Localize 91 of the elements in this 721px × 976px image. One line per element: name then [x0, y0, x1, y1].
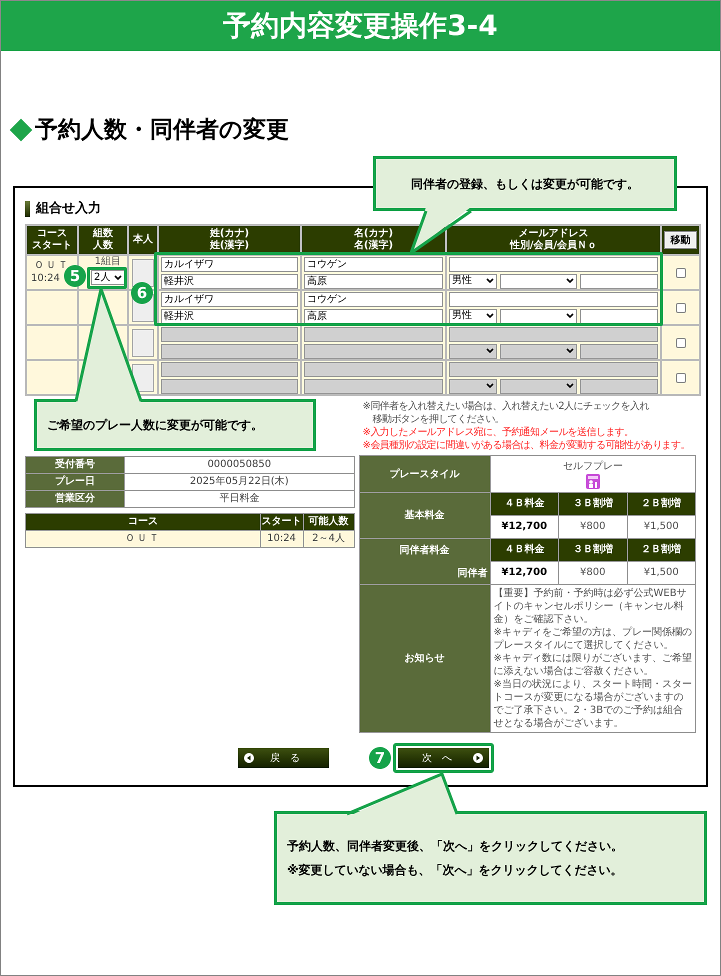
note-text: 移動ボタンを押してください。 — [372, 413, 506, 426]
price-cell: ¥12,700 — [490, 562, 558, 584]
play-style-value: セルフプレー — [562, 460, 623, 474]
column-header: ２Ｂ割増 — [628, 493, 695, 515]
column-header: ４Ｂ料金 — [490, 493, 558, 515]
callout-text: ご希望のプレー人数に変更が可能です。 — [47, 417, 263, 434]
gender-select[interactable]: 男性 — [449, 308, 497, 324]
table-cell: 2～4人 — [304, 531, 354, 547]
row-label: 営業区分 — [26, 491, 124, 507]
input-field[interactable]: 軽井沢 — [161, 274, 298, 288]
group-label: 1組目 — [94, 257, 122, 267]
input-field[interactable] — [580, 274, 658, 288]
column-header: コース スタート — [26, 225, 78, 255]
notice-text: 【重要】予約前・予約時は必ず公式WEBサイトのキャンセルポリシー（キャンセル料金）をご確認下さい。 — [494, 587, 688, 626]
input-field[interactable]: コウゲン — [304, 292, 443, 306]
column-header: ３Ｂ割増 — [559, 493, 626, 515]
column-header: 組数 人数 — [78, 225, 128, 255]
party-size-select[interactable]: 2人 — [91, 270, 125, 285]
gender-select[interactable]: 男性 — [449, 274, 497, 288]
callout-text: 予約人数、同伴者変更後、「次へ」をクリックしてください。 — [287, 838, 624, 855]
price-cell: ¥12,700 — [490, 516, 558, 538]
row-label: お知らせ — [360, 585, 490, 732]
price-cell: ¥1,500 — [628, 516, 695, 538]
price-cell: ¥1,500 — [628, 562, 695, 584]
row-value: 平日料金 — [125, 491, 354, 507]
row-label: 同伴者料金 — [398, 544, 451, 558]
column-header: スタート — [260, 514, 303, 530]
input-field[interactable]: 高原 — [304, 308, 443, 324]
next-button[interactable]: 次 へ — [398, 748, 489, 768]
input-field[interactable] — [449, 256, 658, 272]
member-select[interactable] — [500, 274, 577, 288]
notice-text: ※当日の状況により、スタート時間・スタートコースが変更になる場合がございますのでご了承下さい。2・3Bでのご予約は組合せとなる場合がございます。 — [494, 678, 692, 730]
table-cell: ＯＵＴ — [26, 531, 260, 547]
callout-text: 同伴者の登録、もしくは変更が可能です。 — [411, 176, 639, 192]
title-bar-icon — [25, 201, 30, 217]
self-button[interactable] — [132, 328, 154, 356]
note-text: ※入力したメールアドレス宛に、予約通知メールを送信します。 — [362, 426, 634, 439]
column-header: ２Ｂ割増 — [628, 539, 695, 561]
input-field[interactable]: コウゲン — [304, 256, 443, 272]
row-label: プレー日 — [26, 474, 124, 490]
gender-select[interactable] — [449, 344, 497, 358]
back-button[interactable]: 戻 る — [238, 748, 329, 768]
chevron-icon — [486, 278, 494, 284]
chevron-icon — [486, 383, 494, 389]
price-cell: ¥800 — [559, 516, 626, 538]
input-field[interactable]: 高原 — [304, 274, 443, 288]
input-field[interactable]: カルイザワ — [161, 256, 298, 272]
row-label: 基本料金 — [404, 508, 446, 523]
chevron-icon — [566, 348, 574, 354]
table-cell: 10:24 — [260, 531, 303, 547]
callout-text: ※変更していない場合も、「次へ」をクリックしてください。 — [287, 862, 624, 879]
move-button[interactable]: 移動 — [664, 231, 697, 249]
column-header: コース — [26, 514, 260, 530]
highlight-frame — [87, 267, 127, 289]
note-text: ※会員種別の設定に間違いがある場合は、料金が変動する可能性があります。 — [362, 439, 691, 452]
row-label: 受付番号 — [26, 457, 124, 473]
row-value: 0000050850 — [125, 457, 354, 473]
chevron-icon — [486, 313, 494, 319]
checkbox[interactable] — [676, 302, 686, 312]
note-text: ※同伴者を入れ替えたい場合は、入れ替えたい2人にチェックを入れ — [362, 400, 650, 413]
checkbox[interactable] — [676, 372, 686, 382]
self-play-icon — [586, 474, 600, 489]
form-title: 組合せ入力 — [36, 200, 101, 218]
input-field[interactable] — [580, 308, 658, 324]
notice-text: ※キャディ数には限りがございます、ご希望に添えない場合はご容赦ください。 — [494, 652, 692, 678]
input-field[interactable]: 軽井沢 — [161, 308, 298, 324]
step-number-badge: 7 — [369, 747, 391, 769]
notice-text: ※キャディをご希望の方は、プレー関係欄のプレースタイルにて選択してください。 — [494, 626, 692, 652]
row-sublabel: 同伴者 — [456, 566, 488, 580]
chevron-icon — [566, 383, 574, 389]
checkbox[interactable] — [676, 338, 686, 348]
column-header: 可能人数 — [304, 514, 354, 530]
start-time: 10:24 — [31, 272, 60, 285]
column-header: 本人 — [128, 225, 158, 255]
column-header: ３Ｂ割増 — [559, 539, 626, 561]
self-button[interactable] — [132, 258, 154, 286]
input-field[interactable]: カルイザワ — [161, 292, 298, 306]
chevron-icon — [566, 278, 574, 284]
row-value: 2025年05月22日(木) — [125, 474, 354, 490]
price-cell: ¥800 — [559, 562, 626, 584]
chevron-icon — [486, 348, 494, 354]
row-label: プレースタイル — [360, 456, 490, 492]
column-header: ４Ｂ料金 — [490, 539, 558, 561]
chevron-icon — [114, 274, 122, 280]
section-heading: 予約人数・同伴者の変更 — [35, 116, 289, 145]
member-select[interactable] — [500, 308, 577, 324]
chevron-icon — [566, 313, 574, 319]
page-title: 予約内容変更操作3-4 — [223, 8, 498, 44]
gender-select[interactable] — [449, 378, 497, 394]
input-field[interactable] — [449, 292, 658, 306]
checkbox[interactable] — [676, 268, 686, 278]
